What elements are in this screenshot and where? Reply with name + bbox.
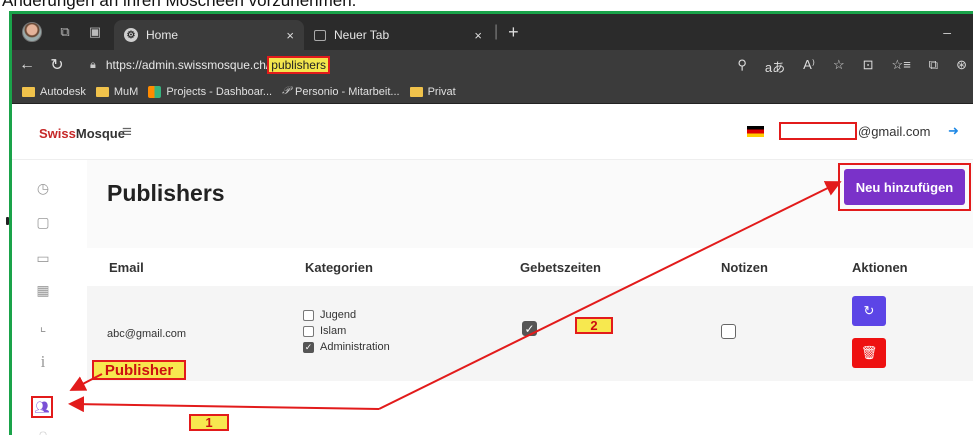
arrow-to-sidebar-publisher — [68, 396, 380, 413]
annotation-arrows — [68, 181, 842, 413]
arrow-publisher-label — [69, 373, 103, 391]
screenshot-frame: ⧉ ▣ ⚙ Home × Neuer Tab × | + – ← ↻ 🔒︎ ht… — [9, 11, 973, 435]
arrow-to-add-button — [378, 181, 842, 410]
